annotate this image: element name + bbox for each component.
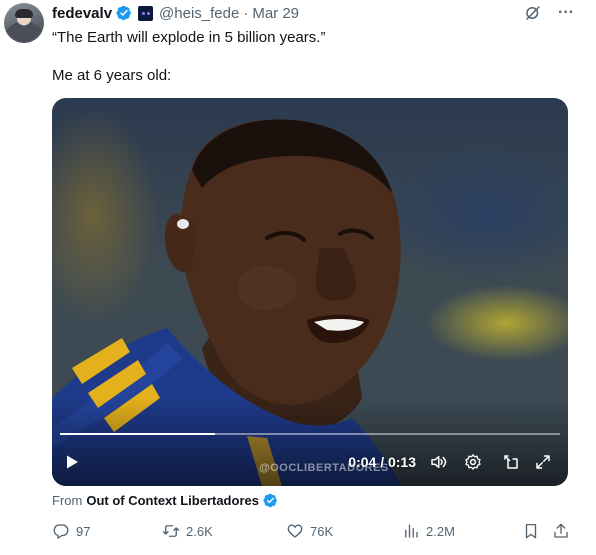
verified-badge-icon: [263, 493, 277, 508]
post-date[interactable]: Mar 29: [252, 5, 299, 22]
video-player[interactable]: @OOCLIBERTADORES 0:04 / 0:13: [52, 98, 568, 486]
views-button[interactable]: 2.2M: [402, 522, 455, 540]
like-button[interactable]: 76K: [286, 522, 333, 540]
reply-button[interactable]: 97: [52, 522, 90, 540]
video-progress-bar[interactable]: [60, 433, 560, 435]
video-source-attribution: From Out of Context Libertadores: [52, 493, 278, 508]
reply-count: 97: [76, 523, 91, 539]
more-options-icon[interactable]: ···: [558, 5, 574, 21]
repost-button[interactable]: 2.6K: [162, 522, 213, 540]
volume-icon[interactable]: [429, 453, 447, 471]
tweet-text-quote: “The Earth will explode in 5 billion yea…: [52, 29, 326, 46]
skip-forward-icon[interactable]: [502, 453, 520, 471]
fullscreen-icon[interactable]: [534, 453, 552, 471]
source-account-link[interactable]: Out of Context Libertadores: [86, 493, 259, 508]
handle[interactable]: @heis_fede: [159, 5, 239, 22]
separator-dot: ·: [243, 4, 249, 22]
grok-icon[interactable]: [524, 4, 542, 22]
video-timecode: 0:04 / 0:13: [348, 454, 416, 470]
play-icon[interactable]: [64, 454, 80, 470]
display-name[interactable]: fedevalv: [52, 5, 112, 22]
video-controls: 0:04 / 0:13: [52, 447, 568, 477]
share-icon: [554, 523, 568, 538]
tweet-text-caption: Me at 6 years old:: [52, 67, 172, 84]
avatar[interactable]: [4, 3, 44, 43]
like-count: 76K: [310, 523, 334, 539]
views-count: 2.2M: [426, 523, 455, 539]
heart-icon: [287, 524, 303, 538]
tweet-action-bar: 97 2.6K 76K 2.2M: [52, 522, 574, 546]
tweet-header: fedevalv @heis_fede · Mar 29: [52, 4, 299, 22]
views-chart-icon: [405, 524, 418, 538]
video-frame-image: [52, 119, 568, 486]
bookmark-button[interactable]: [522, 522, 540, 540]
settings-gear-icon[interactable]: [464, 453, 482, 471]
source-prefix: From: [52, 493, 83, 508]
tweet-top-actions: ···: [524, 4, 574, 22]
verified-badge-icon: [116, 5, 131, 21]
video-progress-fill: [60, 433, 215, 435]
bookmark-icon: [525, 523, 537, 539]
reply-icon: [53, 524, 69, 539]
repost-icon: [162, 525, 180, 537]
tweet[interactable]: fedevalv @heis_fede · Mar 29 ··· “The Ea…: [0, 0, 596, 555]
share-button[interactable]: [552, 522, 570, 540]
affiliate-badge-icon[interactable]: [138, 5, 154, 21]
repost-count: 2.6K: [186, 523, 213, 539]
